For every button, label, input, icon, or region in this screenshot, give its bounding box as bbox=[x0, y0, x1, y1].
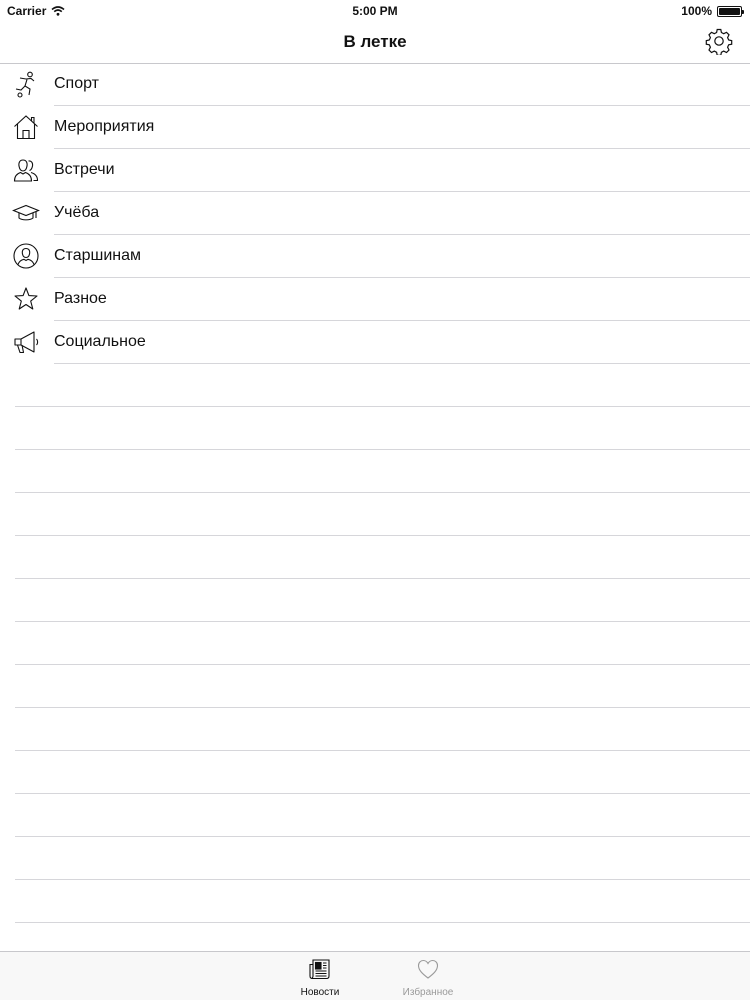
status-battery: 100% bbox=[681, 4, 744, 18]
category-label: Спорт bbox=[54, 75, 99, 92]
battery-percent: 100% bbox=[681, 4, 712, 18]
category-item-misc[interactable]: Разное bbox=[0, 278, 750, 321]
page-title: В летке bbox=[343, 32, 407, 51]
empty-row bbox=[0, 450, 750, 493]
empty-row bbox=[0, 708, 750, 751]
empty-row bbox=[0, 880, 750, 923]
category-item-sport[interactable]: Спорт bbox=[0, 63, 750, 106]
category-label: Социальное bbox=[54, 333, 146, 350]
people-icon bbox=[13, 159, 39, 182]
empty-row bbox=[0, 837, 750, 880]
empty-row bbox=[0, 794, 750, 837]
category-list: Спорт Мероприятия Встречи Учёба Старшина… bbox=[0, 63, 750, 364]
tab-favorites[interactable]: Избранное bbox=[388, 952, 468, 1000]
status-time: 5:00 PM bbox=[352, 4, 398, 18]
tab-bar: Новости Избранное bbox=[0, 951, 750, 1000]
star-icon bbox=[14, 287, 38, 310]
navigation-bar: В летке bbox=[0, 22, 750, 64]
app-screen: Carrier 5:00 PM 100% В летке Спорт Мероп… bbox=[0, 0, 750, 1000]
empty-row bbox=[0, 493, 750, 536]
megaphone-icon bbox=[14, 331, 39, 354]
graduation-cap-icon bbox=[12, 204, 40, 221]
gear-icon[interactable] bbox=[705, 27, 733, 55]
category-label: Мероприятия bbox=[54, 118, 155, 135]
empty-rows bbox=[0, 364, 750, 923]
row-separator bbox=[15, 922, 750, 923]
category-label: Старшинам bbox=[54, 247, 142, 264]
status-bar: Carrier 5:00 PM 100% bbox=[0, 0, 750, 22]
empty-row bbox=[0, 536, 750, 579]
category-item-elders[interactable]: Старшинам bbox=[0, 235, 750, 278]
category-label: Разное bbox=[54, 290, 107, 307]
category-item-meetings[interactable]: Встречи bbox=[0, 149, 750, 192]
newspaper-icon bbox=[309, 959, 330, 980]
tab-favorites-label: Избранное bbox=[402, 987, 454, 998]
battery-icon bbox=[717, 5, 744, 17]
heart-icon bbox=[417, 959, 439, 979]
empty-row bbox=[0, 407, 750, 450]
tab-news[interactable]: Новости bbox=[280, 952, 360, 1000]
empty-row bbox=[0, 751, 750, 794]
empty-row bbox=[0, 622, 750, 665]
empty-row bbox=[0, 665, 750, 708]
empty-row bbox=[0, 579, 750, 622]
user-circle-icon bbox=[13, 243, 39, 269]
category-item-social[interactable]: Социальное bbox=[0, 321, 750, 364]
category-label: Встречи bbox=[54, 161, 115, 178]
category-label: Учёба bbox=[54, 204, 100, 221]
soccer-player-icon bbox=[15, 71, 35, 98]
category-item-events[interactable]: Мероприятия bbox=[0, 106, 750, 149]
empty-row bbox=[0, 364, 750, 407]
category-item-study[interactable]: Учёба bbox=[0, 192, 750, 235]
house-icon bbox=[14, 115, 38, 140]
tab-news-label: Новости bbox=[300, 987, 340, 998]
